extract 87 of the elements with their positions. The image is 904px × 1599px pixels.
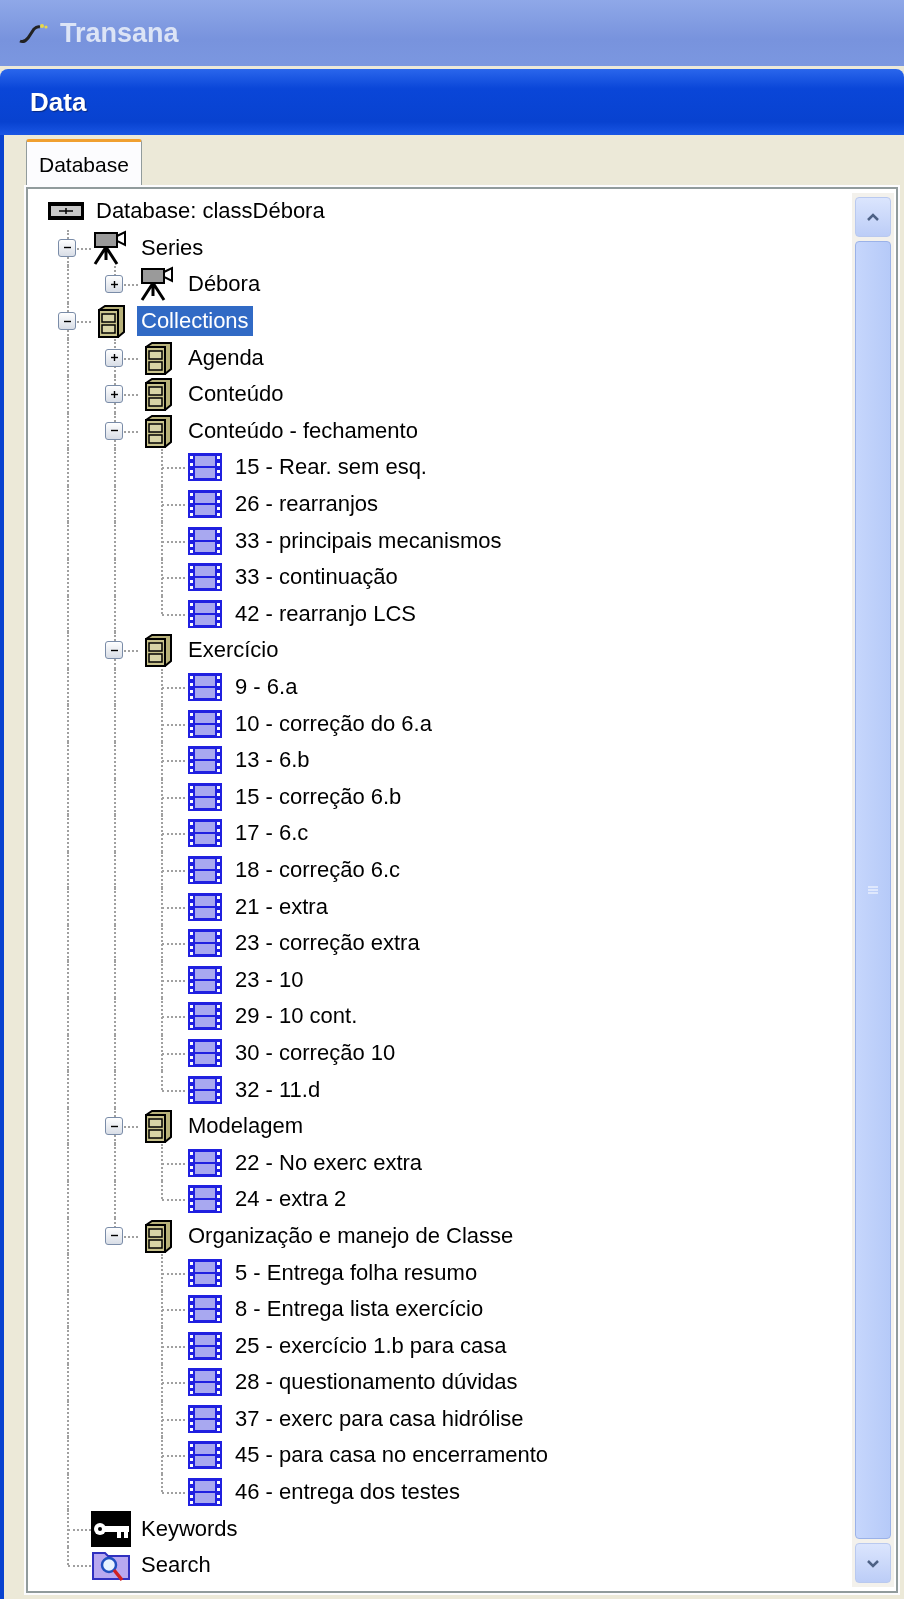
film-clip-icon: [187, 1147, 223, 1178]
tree-item[interactable]: Conteúdo: [184, 379, 288, 410]
tree-item[interactable]: 24 - extra 2: [231, 1184, 351, 1215]
scrollbar[interactable]: [852, 193, 894, 1587]
file-cabinet-icon: [143, 633, 173, 668]
tree-item[interactable]: 9 - 6.a: [231, 672, 302, 702]
film-clip-icon: [187, 452, 223, 483]
scroll-thumb[interactable]: [855, 241, 891, 1539]
film-clip-icon: [187, 855, 223, 885]
scroll-up-button[interactable]: [855, 197, 891, 237]
tree-item[interactable]: 13 - 6.b: [231, 745, 314, 776]
film-clip-icon: [187, 525, 223, 556]
tree-item[interactable]: Search: [137, 1550, 215, 1581]
film-clip-icon: [187, 1367, 223, 1398]
file-cabinet-icon: [96, 304, 126, 339]
tree-item[interactable]: 8 - Entrega lista exercício: [231, 1294, 488, 1325]
tree-item[interactable]: 33 - continuação: [231, 562, 402, 593]
app-logo-icon: [18, 21, 48, 45]
file-cabinet-icon: [143, 1218, 173, 1253]
film-clip-icon: [187, 745, 223, 776]
tree-item[interactable]: 26 - rearranjos: [231, 489, 383, 520]
tree-item[interactable]: 15 - correção 6.b: [231, 781, 406, 812]
scroll-down-button[interactable]: [855, 1543, 891, 1583]
film-clip-icon: [187, 1294, 223, 1325]
panel-title: Data: [30, 86, 87, 118]
tree-item[interactable]: 21 - extra: [231, 891, 332, 922]
file-cabinet-icon: [143, 413, 173, 448]
film-clip-icon: [187, 818, 223, 849]
film-clip-icon: [187, 781, 223, 812]
film-clip-icon: [187, 891, 223, 922]
file-cabinet-icon: [143, 377, 173, 412]
tree-item[interactable]: Series: [137, 232, 208, 263]
film-clip-icon: [187, 1330, 223, 1361]
tree-item[interactable]: 17 - 6.c: [231, 818, 313, 849]
film-clip-icon: [187, 1074, 223, 1105]
film-clip-icon: [187, 1001, 223, 1032]
expander-icon[interactable]: [105, 385, 123, 404]
film-clip-icon: [187, 672, 223, 702]
caret-up-icon: [866, 212, 880, 222]
tree-item[interactable]: Organização e manejo de Classe: [184, 1220, 518, 1251]
tree-item[interactable]: Database: classDébora: [92, 196, 329, 227]
film-clip-icon: [187, 1257, 223, 1288]
tree-item[interactable]: 15 - Rear. sem esq.: [231, 452, 431, 483]
tree-item[interactable]: 29 - 10 cont.: [231, 1001, 362, 1032]
film-clip-icon: [187, 489, 223, 520]
tree-item[interactable]: Débora: [184, 269, 265, 300]
file-cabinet-icon: [143, 1109, 173, 1144]
film-clip-icon: [187, 1037, 223, 1068]
tree-item[interactable]: Keywords: [137, 1513, 242, 1544]
film-clip-icon: [187, 1477, 223, 1508]
film-clip-icon: [187, 1440, 223, 1471]
tree-item[interactable]: Conteúdo - fechamento: [184, 415, 422, 446]
film-clip-icon: [187, 1184, 223, 1215]
key-icon: [91, 1510, 131, 1547]
tree-item[interactable]: Modelagem: [184, 1111, 307, 1142]
file-cabinet-icon: [143, 340, 173, 375]
tree-item[interactable]: 25 - exercício 1.b para casa: [231, 1330, 511, 1361]
tree-item[interactable]: 42 - rearranjo LCS: [231, 598, 420, 629]
film-clip-icon: [187, 598, 223, 629]
tree-item[interactable]: 33 - principais mecanismos: [231, 525, 506, 556]
tab[interactable]: Database: [26, 139, 142, 187]
tree-item[interactable]: Agenda: [184, 342, 268, 373]
tree-item[interactable]: Collections: [137, 306, 253, 337]
film-clip-icon: [187, 964, 223, 995]
expander-icon[interactable]: [105, 348, 123, 367]
tree-item[interactable]: 28 - questionamento dúvidas: [231, 1367, 522, 1398]
grip-icon: [867, 885, 879, 895]
film-clip-icon: [187, 562, 223, 593]
tree-item[interactable]: 30 - correção 10: [231, 1037, 400, 1068]
film-clip-icon: [187, 928, 223, 959]
tree-item[interactable]: 18 - correção 6.c: [231, 855, 405, 885]
database-icon: [47, 201, 85, 222]
tree-item[interactable]: 23 - correção extra: [231, 928, 424, 959]
tree-item[interactable]: 5 - Entrega folha resumo: [231, 1257, 482, 1288]
tree-item[interactable]: 10 - correção do 6.a: [231, 708, 436, 739]
tree-item[interactable]: 45 - para casa no encerramento: [231, 1440, 553, 1471]
tree-item[interactable]: 32 - 11.d: [231, 1074, 325, 1105]
expander-icon[interactable]: [105, 275, 123, 294]
tree-item[interactable]: Exercício: [184, 635, 283, 666]
tree-item[interactable]: 22 - No exerc extra: [231, 1147, 427, 1178]
app-title: Transana: [60, 17, 179, 49]
caret-down-icon: [866, 1558, 880, 1568]
film-clip-icon: [187, 708, 223, 739]
tree-item[interactable]: 23 - 10: [231, 964, 308, 995]
film-clip-icon: [187, 1403, 223, 1434]
tree-item[interactable]: 37 - exerc para casa hidrólise: [231, 1403, 528, 1434]
tree-item[interactable]: 46 - entrega dos testes: [231, 1477, 465, 1508]
